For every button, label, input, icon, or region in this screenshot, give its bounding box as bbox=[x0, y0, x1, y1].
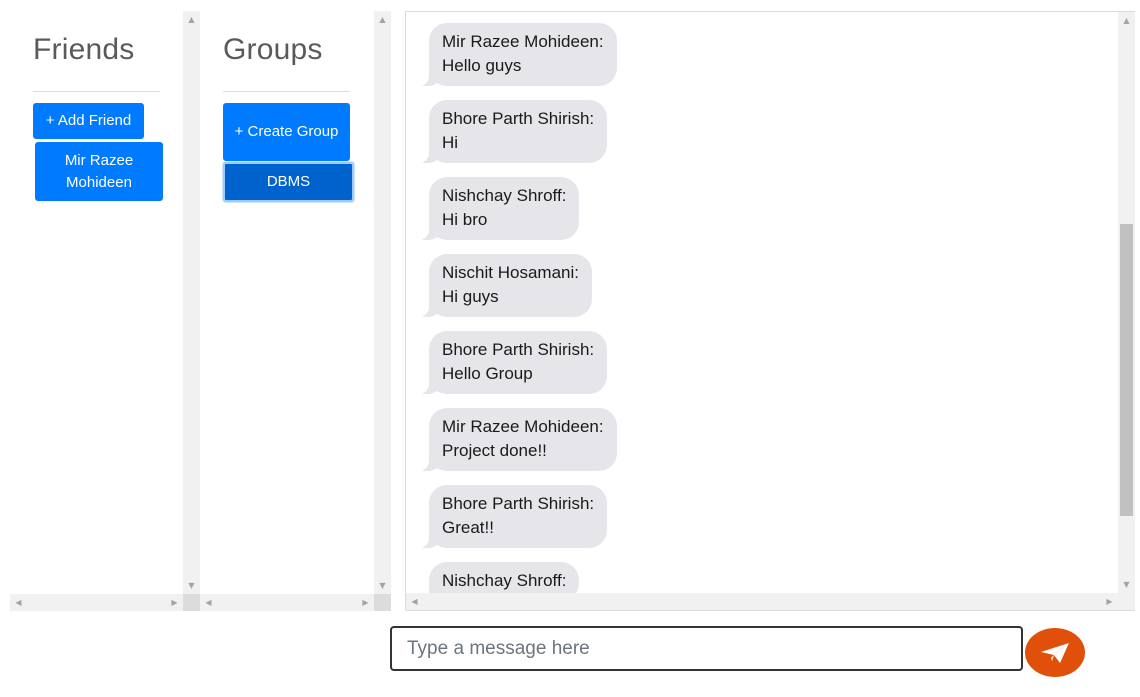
groups-panel: Groups + Create Group DBMS ▲ ▼ ◀ ▶ bbox=[200, 11, 391, 611]
send-button[interactable] bbox=[1025, 628, 1085, 677]
groups-scroll-corner bbox=[374, 594, 391, 611]
message-sender: Mir Razee Mohideen: bbox=[442, 32, 604, 51]
message-text: Hi guys bbox=[442, 287, 499, 306]
scroll-left-arrow-icon[interactable]: ◀ bbox=[10, 594, 27, 611]
scroll-left-arrow-icon[interactable]: ◀ bbox=[406, 593, 423, 610]
groups-divider bbox=[223, 91, 350, 92]
message-bubble: Nishchay Shroff: bbox=[418, 562, 580, 593]
message-bubble: Bhore Parth Shirish: Hello Group bbox=[418, 331, 608, 394]
message-text: Great!! bbox=[442, 518, 494, 537]
message-input[interactable] bbox=[390, 626, 1023, 671]
message-sender: Bhore Parth Shirish: bbox=[442, 494, 595, 513]
message-sender: Mir Razee Mohideen: bbox=[442, 417, 604, 436]
scroll-left-arrow-icon[interactable]: ◀ bbox=[200, 594, 217, 611]
groups-horizontal-scrollbar[interactable]: ◀ ▶ bbox=[200, 594, 374, 611]
message-bubble: Mir Razee Mohideen: Project done!! bbox=[419, 408, 617, 471]
chat-vertical-scrollbar[interactable]: ▲ ▼ bbox=[1118, 12, 1135, 593]
chat-messages-panel: Mir Razee Mohideen: Hello guys Bhore Par… bbox=[405, 11, 1135, 611]
message-text: Hello Group bbox=[442, 364, 533, 383]
friends-horizontal-scrollbar[interactable]: ◀ ▶ bbox=[10, 594, 183, 611]
add-friend-button[interactable]: + Add Friend bbox=[33, 103, 144, 139]
message-sender: Nishchay Shroff: bbox=[442, 571, 567, 590]
message-bubble: Bhore Parth Shirish: Great!! bbox=[418, 485, 608, 548]
friends-divider bbox=[33, 91, 160, 92]
message-bubble: Mir Razee Mohideen: Hello guys bbox=[419, 23, 617, 86]
message-text: Hi bro bbox=[442, 210, 488, 229]
scroll-up-arrow-icon[interactable]: ▲ bbox=[183, 11, 200, 28]
friend-item-mir-razee-mohideen[interactable]: Mir Razee Mohideen bbox=[35, 142, 163, 201]
scroll-right-arrow-icon[interactable]: ▶ bbox=[166, 594, 183, 611]
paper-plane-icon bbox=[1041, 642, 1069, 663]
chat-messages-list: Mir Razee Mohideen: Hello guys Bhore Par… bbox=[406, 12, 1118, 593]
scroll-down-arrow-icon[interactable]: ▼ bbox=[1118, 576, 1135, 593]
message-text: Hello guys bbox=[442, 56, 522, 75]
scroll-up-arrow-icon[interactable]: ▲ bbox=[374, 11, 391, 28]
friends-panel-content: Friends + Add Friend Mir Razee Mohideen bbox=[10, 11, 183, 594]
group-item-dbms[interactable]: DBMS bbox=[223, 162, 354, 202]
chat-scroll-corner bbox=[1118, 593, 1135, 610]
friends-vertical-scrollbar[interactable]: ▲ ▼ bbox=[183, 11, 200, 594]
message-sender: Bhore Parth Shirish: bbox=[442, 340, 595, 359]
scroll-right-arrow-icon[interactable]: ▶ bbox=[357, 594, 374, 611]
chat-horizontal-scrollbar[interactable]: ◀ ▶ bbox=[406, 593, 1118, 610]
message-text: Project done!! bbox=[442, 441, 547, 460]
scroll-right-arrow-icon[interactable]: ▶ bbox=[1101, 593, 1118, 610]
scroll-down-arrow-icon[interactable]: ▼ bbox=[183, 577, 200, 594]
groups-title: Groups bbox=[223, 33, 323, 66]
message-bubble: Bhore Parth Shirish: Hi bbox=[418, 100, 608, 163]
friends-title: Friends bbox=[33, 33, 135, 66]
message-sender: Nishchay Shroff: bbox=[442, 186, 567, 205]
message-sender: Nischit Hosamani: bbox=[442, 263, 579, 282]
chat-scroll-thumb[interactable] bbox=[1120, 224, 1133, 516]
message-sender: Bhore Parth Shirish: bbox=[442, 109, 595, 128]
friends-scroll-corner bbox=[183, 594, 200, 611]
message-bubble: Nishchay Shroff: Hi bro bbox=[418, 177, 580, 240]
scroll-up-arrow-icon[interactable]: ▲ bbox=[1118, 12, 1135, 29]
message-text: Hi bbox=[442, 133, 459, 152]
groups-panel-content: Groups + Create Group DBMS bbox=[200, 11, 374, 594]
groups-vertical-scrollbar[interactable]: ▲ ▼ bbox=[374, 11, 391, 594]
message-bubble: Nischit Hosamani: Hi guys bbox=[419, 254, 592, 317]
scroll-down-arrow-icon[interactable]: ▼ bbox=[374, 577, 391, 594]
friends-panel: Friends + Add Friend Mir Razee Mohideen … bbox=[10, 11, 200, 611]
create-group-button[interactable]: + Create Group bbox=[223, 103, 350, 161]
